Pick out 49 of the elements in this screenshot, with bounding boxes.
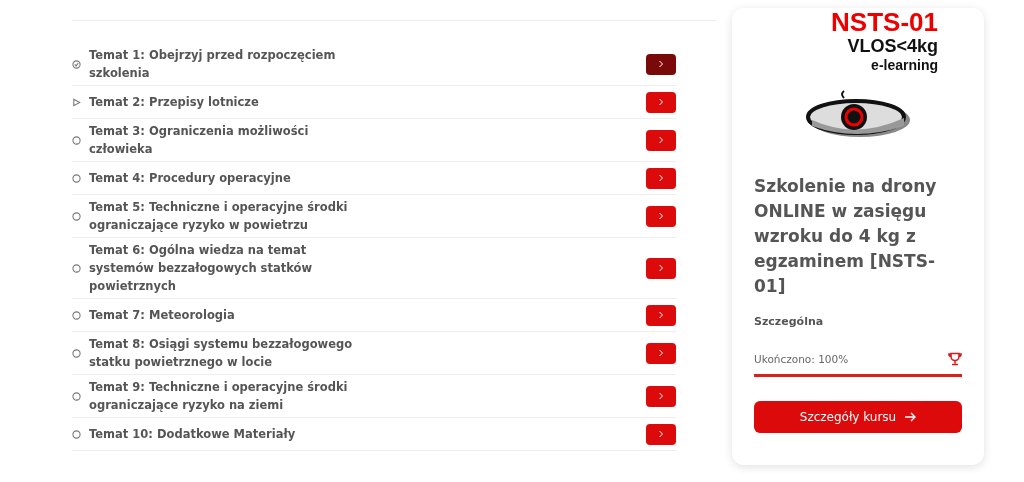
circle-icon	[72, 135, 81, 145]
circle-icon	[72, 310, 81, 320]
trophy-icon	[948, 352, 962, 366]
topic-title: Temat 5: Techniczne i operacyjne środki ograniczające ryzyko w powietrzu	[89, 199, 349, 234]
chevron-right-icon	[658, 311, 664, 319]
open-topic-button[interactable]	[646, 167, 676, 189]
topic-title: Temat 6: Ogólna wiedza na temat systemów bezzałogowych statków powietrznych	[89, 242, 314, 295]
progress-label: Ukończono: 100%	[754, 353, 849, 365]
logo-code: NSTS-01	[831, 8, 938, 36]
open-topic-button[interactable]	[646, 304, 676, 326]
topic-title: Temat 7: Meteorologia	[89, 307, 236, 324]
open-topic-button[interactable]	[646, 385, 676, 407]
check-circle-icon	[72, 59, 81, 69]
topic-title: Temat 9: Techniczne i operacyjne środki ograniczające ryzyko na ziemi	[89, 379, 349, 414]
circle-icon	[72, 211, 81, 221]
open-topic-button[interactable]	[646, 91, 676, 113]
circle-icon	[72, 263, 81, 273]
open-topic-button[interactable]	[646, 53, 676, 75]
chevron-right-icon	[658, 430, 664, 438]
chevron-right-icon	[658, 136, 664, 144]
circle-icon	[72, 348, 81, 358]
course-category: Szczególna	[754, 315, 825, 328]
chevron-right-icon	[658, 212, 664, 220]
course-title: Szkolenie na drony ONLINE w zasięgu wzroku do 4 kg z egzaminem [NSTS-01]	[754, 175, 938, 298]
open-topic-button[interactable]	[646, 129, 676, 151]
topic-title: Temat 8: Osiągi systemu bezzałogowego statku powietrznego w locie	[89, 336, 354, 371]
logo-caption: e-learning	[871, 56, 938, 74]
topic-title: Temat 3: Ograniczenia możliwości człowieka	[89, 123, 310, 158]
chevron-right-icon	[658, 60, 664, 68]
topic-title: Temat 4: Procedury operacyjne	[89, 170, 292, 187]
open-topic-button[interactable]	[646, 205, 676, 227]
circle-icon	[72, 391, 81, 401]
circle-icon	[72, 429, 81, 439]
course-details-button[interactable]: Szczegóły kursu	[754, 401, 962, 433]
topic-title: Temat 2: Przepisy lotnicze	[89, 94, 260, 111]
chevron-right-icon	[658, 264, 664, 272]
chevron-right-icon	[658, 349, 664, 357]
arrow-right-icon	[904, 412, 917, 422]
chevron-right-icon	[658, 174, 664, 182]
chevron-right-icon	[658, 98, 664, 106]
topic-title: Temat 1: Obejrzyj przed rozpoczęciem szkolenia	[89, 47, 337, 82]
play-icon	[72, 97, 81, 107]
circle-icon	[72, 173, 81, 183]
chevron-right-icon	[658, 392, 664, 400]
open-topic-button[interactable]	[646, 342, 676, 364]
topic-title: Temat 10: Dodatkowe Materiały	[89, 426, 297, 443]
open-topic-button[interactable]	[646, 423, 676, 445]
open-topic-button[interactable]	[646, 257, 676, 279]
logo-subtitle: VLOS<4kg	[847, 36, 938, 56]
